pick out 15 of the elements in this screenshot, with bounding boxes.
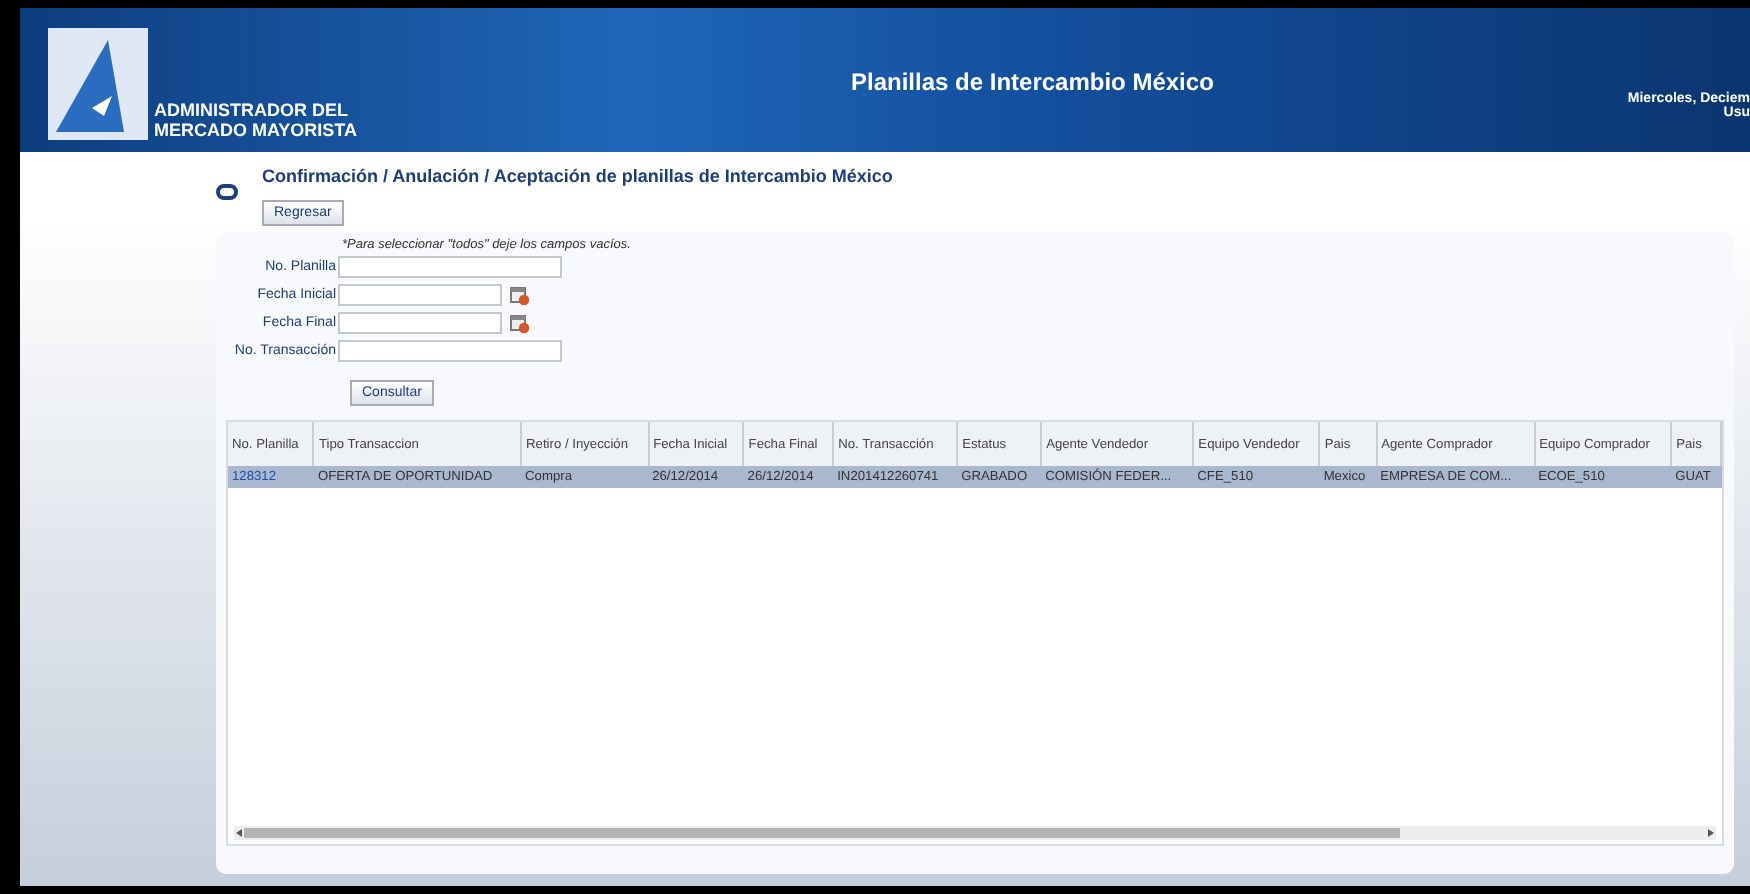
input-field[interactable]	[338, 312, 502, 334]
calendar-icon[interactable]	[510, 285, 530, 305]
ring-icon	[216, 184, 238, 200]
scroll-right-icon[interactable]	[1706, 828, 1716, 838]
input-field[interactable]	[338, 256, 562, 278]
logo-text: MERCADO MAYORISTA	[154, 120, 358, 140]
page-title: Confirmación / Anulación / Aceptación de planillas de Intercambio México	[262, 166, 893, 186]
horizontal-scrollbar[interactable]	[234, 826, 1716, 840]
app-title: Planillas de Intercambio México	[849, 66, 1216, 96]
triangle-logo-icon	[48, 28, 148, 140]
input-field[interactable]	[338, 340, 562, 362]
scroll-left-icon[interactable]	[234, 828, 244, 838]
logo-text: ADMINISTRADOR DEL	[154, 100, 350, 120]
calendar-icon[interactable]	[510, 313, 530, 333]
input-field[interactable]	[338, 284, 502, 306]
